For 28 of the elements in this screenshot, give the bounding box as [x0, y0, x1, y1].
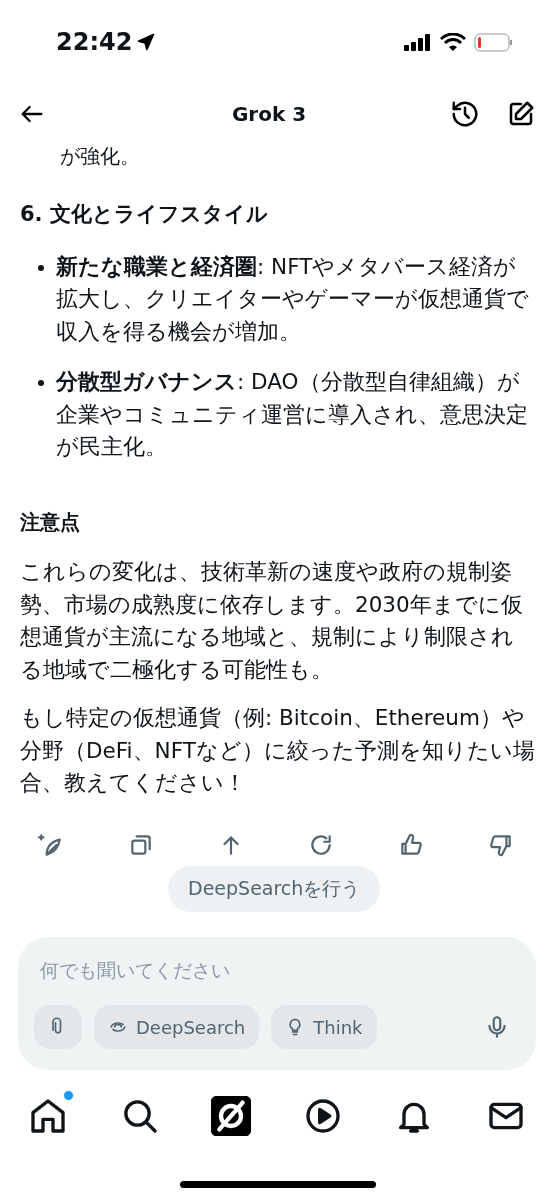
grok-logo-icon: [211, 1096, 252, 1136]
clock-time: 22:42: [56, 28, 133, 56]
section-heading: 注意点: [20, 508, 81, 536]
signal-icon: [404, 33, 432, 51]
notification-dot: [63, 1090, 74, 1101]
home-icon: [28, 1096, 68, 1136]
thumbs-up-icon: [398, 831, 424, 858]
new-post-feather-button[interactable]: [38, 831, 64, 858]
location-arrow-icon: [136, 32, 157, 52]
message-text: が強化。: [59, 144, 141, 168]
bullet-text: 新たな職業と経済圏: NFTやメタバース経済が拡大し、クリエイターやゲーマーが仮想通貨で収入を得る機会が増加。: [56, 252, 530, 346]
paragraph: これらの変化は、技術革新の速度や政府の規制姿勢、市場の成熟度に依存します。2030年までに仮想通貨が主流になる地域と、規制により制限される地域で二極化する可能性も。: [20, 558, 524, 684]
bullet-dot: [38, 380, 44, 386]
message-input[interactable]: 何でも聞いてください: [34, 955, 532, 985]
bullet-dot: [38, 264, 44, 271]
screen-title: Grok 3: [230, 102, 308, 126]
bullet-text: 分散型ガバナンス: DAO（分散型自律組織）が企業やコミュニティ運営に導入され、意思決定が民主化。: [56, 368, 529, 461]
thumbs-up-button[interactable]: [398, 831, 424, 858]
new-post-feather-icon: [38, 831, 64, 858]
battery-icon: [474, 32, 514, 52]
deepsearch-button[interactable]: DeepSearch: [94, 1005, 260, 1049]
paragraph: もし特定の仮想通貨（例: Bitcoin、Ethereum）や分野（DeFi、NFTなど）に絞った予測を知りたい場合、教えてください！: [20, 704, 536, 797]
attach-button[interactable]: [34, 1005, 82, 1049]
suggestion-chip[interactable]: DeepSearchを行う: [168, 866, 381, 912]
history-clock-icon: [450, 99, 480, 129]
section-heading: 6. 文化とライフスタイル: [20, 201, 269, 228]
wifi-icon: [440, 32, 466, 52]
think-button[interactable]: Think: [271, 1005, 377, 1049]
